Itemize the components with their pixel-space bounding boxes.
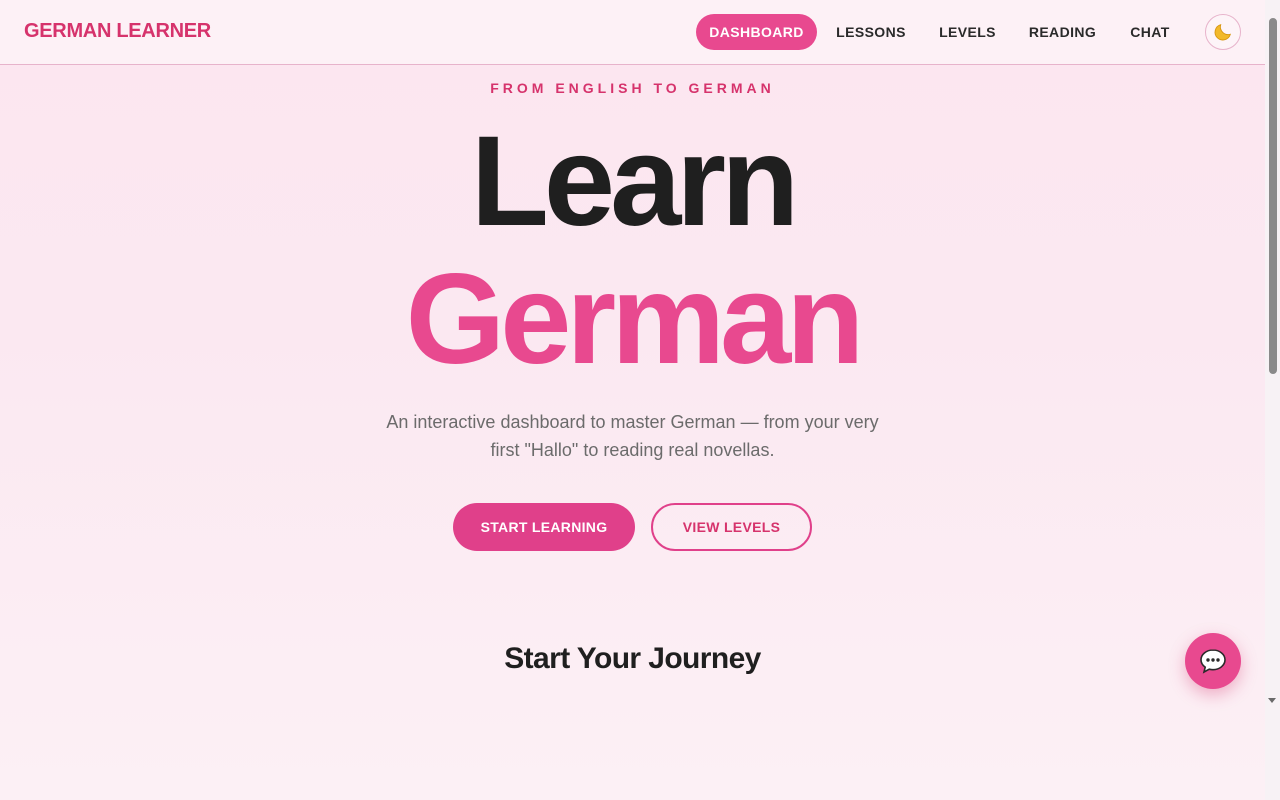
top-navbar: GERMAN LEARNER DASHBOARD LESSONS LEVELS …	[0, 0, 1265, 65]
moon-icon	[1214, 23, 1232, 41]
nav-item-chat[interactable]: CHAT	[1120, 14, 1180, 50]
chat-fab-button[interactable]	[1185, 633, 1241, 689]
nav-item-reading[interactable]: READING	[1018, 14, 1107, 50]
scroll-down-arrow-icon[interactable]	[1268, 698, 1276, 703]
nav-item-lessons[interactable]: LESSONS	[825, 14, 917, 50]
theme-toggle-button[interactable]	[1205, 14, 1241, 50]
brand-logo[interactable]: GERMAN LEARNER	[24, 20, 211, 43]
scrollbar-thumb[interactable]	[1269, 18, 1277, 374]
hero-title-line1: Learn	[470, 110, 800, 253]
chat-bubble-icon	[1200, 649, 1226, 674]
start-learning-button[interactable]: START LEARNING	[453, 503, 635, 551]
nav-item-dashboard[interactable]: DASHBOARD	[696, 14, 817, 50]
hero-title-line2: German	[405, 248, 865, 391]
hero-subtitle: An interactive dashboard to master Germa…	[386, 412, 879, 460]
page-scrollbar[interactable]	[1265, 0, 1280, 800]
nav-item-levels[interactable]: LEVELS	[928, 14, 1007, 50]
page: GERMAN LEARNER DASHBOARD LESSONS LEVELS …	[0, 0, 1265, 800]
hero-eyebrow: FROM ENGLISH TO GERMAN	[490, 80, 775, 96]
journey-section-title: Start Your Journey	[504, 642, 761, 675]
view-levels-button[interactable]: VIEW LEVELS	[651, 503, 812, 551]
